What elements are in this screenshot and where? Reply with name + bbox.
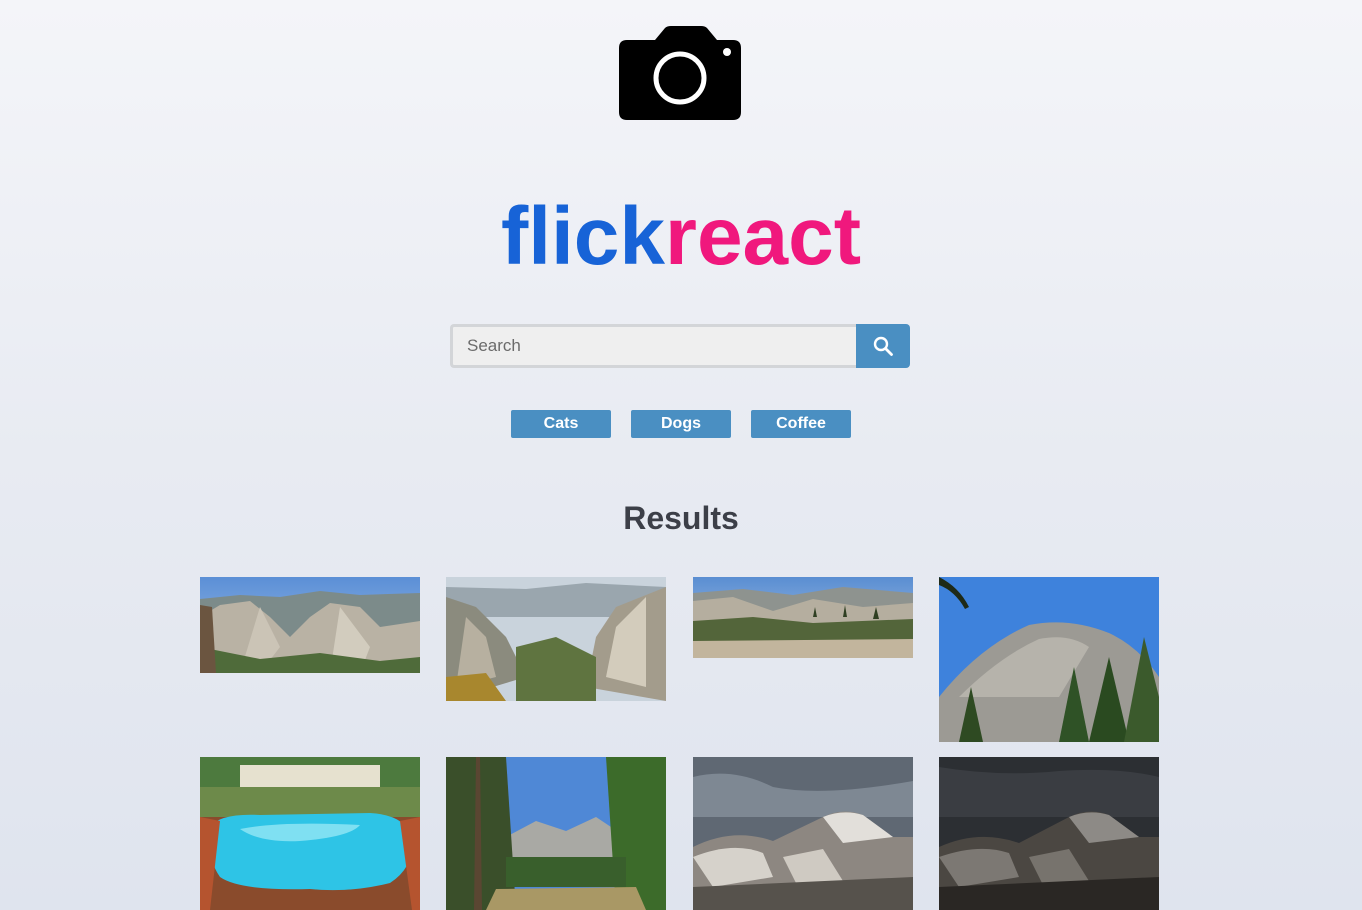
app-title-part-flick: flick [500,191,666,282]
photo-thumbnail-6[interactable] [446,757,666,910]
app-title-part-react: react [665,191,862,282]
photo-thumbnail-2[interactable] [446,577,666,701]
search-button[interactable] [856,324,910,368]
photo-thumbnail-3[interactable] [693,577,913,658]
app-title: flickreact [0,192,1362,282]
photo-thumbnail-1[interactable] [200,577,420,673]
photo-thumbnail-5[interactable] [200,757,420,910]
results-heading: Results [623,500,739,536]
search-icon [873,336,893,356]
tag-coffee-button[interactable]: Coffee [751,410,851,438]
search-form [450,324,910,368]
tag-dogs-button[interactable]: Dogs [631,410,731,438]
quick-search-tags: Cats Dogs Coffee [0,410,1362,438]
camera-icon [619,26,741,120]
photo-thumbnail-4[interactable] [939,577,1159,742]
tag-cats-button[interactable]: Cats [511,410,611,438]
photo-thumbnail-7[interactable] [693,757,913,910]
photo-thumbnail-8[interactable] [939,757,1159,910]
search-input[interactable] [450,324,856,368]
